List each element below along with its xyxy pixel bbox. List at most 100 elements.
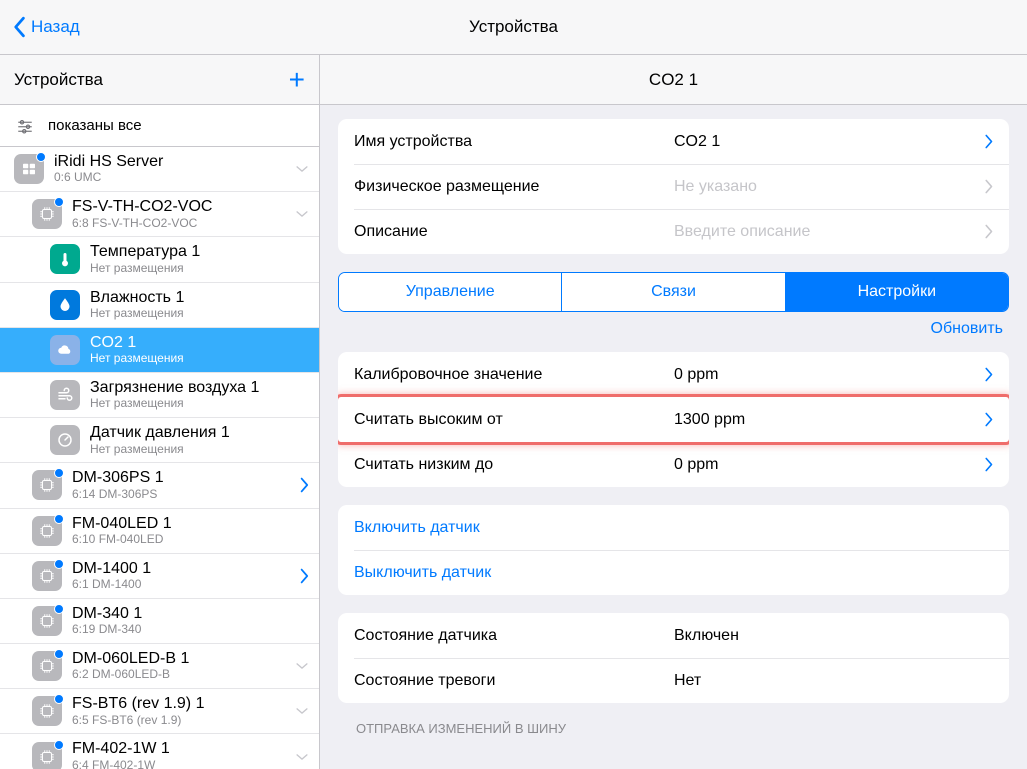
tab-settings[interactable]: Настройки <box>785 273 1008 311</box>
tab-links[interactable]: Связи <box>561 273 784 311</box>
status-dot <box>54 197 64 207</box>
tree-item-air-pollution[interactable]: Загрязнение воздуха 1Нет размещения <box>0 373 319 418</box>
status-section: Состояние датчика Включен Состояние трев… <box>338 613 1009 703</box>
label: Состояние тревоги <box>354 672 674 690</box>
sidebar: Устройства + показаны все iRidi HS Serve… <box>0 55 320 769</box>
filter-row[interactable]: показаны все <box>0 105 319 147</box>
back-label: Назад <box>31 17 80 37</box>
tree-item-server[interactable]: iRidi HS Server0:6 UMC <box>0 147 319 192</box>
chevron-right-icon[interactable] <box>299 477 309 493</box>
chevron-down-icon[interactable] <box>295 661 309 671</box>
tree-item-fm402[interactable]: FM-402-1W 16:4 FM-402-1W <box>0 734 319 769</box>
label: Выключить датчик <box>354 564 993 582</box>
status-dot <box>54 649 64 659</box>
status-dot <box>54 468 64 478</box>
chevron-right-icon <box>984 367 993 382</box>
drop-icon <box>50 290 80 320</box>
value: 1300 ppm <box>674 411 976 429</box>
tree-item-humidity[interactable]: Влажность 1Нет размещения <box>0 283 319 328</box>
highlight: Считать высоким от 1300 ppm <box>338 397 1009 442</box>
chevron-down-icon[interactable] <box>295 752 309 762</box>
value: Не указано <box>674 178 976 196</box>
disable-sensor-button[interactable]: Выключить датчик <box>338 550 1009 595</box>
segmented-tabs: Управление Связи Настройки <box>338 272 1009 312</box>
item-title: FM-040LED 1 <box>72 515 309 533</box>
chip-icon <box>32 606 62 636</box>
row-low-threshold[interactable]: Считать низким до 0 ppm <box>338 442 1009 487</box>
row-device-name[interactable]: Имя устройства CO2 1 <box>338 119 1009 164</box>
add-device-button[interactable]: + <box>289 66 305 94</box>
item-title: DM-1400 1 <box>72 560 293 578</box>
chevron-down-icon[interactable] <box>295 164 309 174</box>
item-title: Загрязнение воздуха 1 <box>90 379 309 397</box>
chip-icon <box>32 696 62 726</box>
tree-item-pressure[interactable]: Датчик давления 1Нет размещения <box>0 418 319 463</box>
item-title: FS-V-TH-CO2-VOC <box>72 198 289 216</box>
row-sensor-state: Состояние датчика Включен <box>338 613 1009 658</box>
chip-icon <box>32 199 62 229</box>
item-sub: 6:1 DM-1400 <box>72 578 293 592</box>
chevron-down-icon[interactable] <box>295 209 309 219</box>
label: Считать высоким от <box>354 411 674 429</box>
tree-item-dm306ps[interactable]: DM-306PS 16:14 DM-306PS <box>0 463 319 508</box>
value: Включен <box>674 627 993 645</box>
item-sub: Нет размещения <box>90 352 309 366</box>
settings-section: Калибровочное значение 0 ppm Считать выс… <box>338 352 1009 487</box>
row-description[interactable]: Описание Введите описание <box>338 209 1009 254</box>
chevron-right-icon <box>984 412 993 427</box>
item-title: FM-402-1W 1 <box>72 740 289 758</box>
refresh-button[interactable]: Обновить <box>338 320 1009 338</box>
back-button[interactable]: Назад <box>0 16 92 38</box>
thermometer-icon <box>50 244 80 274</box>
status-dot <box>54 559 64 569</box>
status-dot <box>54 604 64 614</box>
item-sub: Нет размещения <box>90 307 309 321</box>
row-high-threshold[interactable]: Считать высоким от 1300 ppm <box>338 397 1009 442</box>
actions-section: Включить датчик Выключить датчик <box>338 505 1009 595</box>
value: Нет <box>674 672 993 690</box>
tree-item-dm060led[interactable]: DM-060LED-B 16:2 DM-060LED-B <box>0 644 319 689</box>
row-calibration[interactable]: Калибровочное значение 0 ppm <box>338 352 1009 397</box>
tab-control[interactable]: Управление <box>339 273 561 311</box>
item-title: FS-BT6 (rev 1.9) 1 <box>72 695 289 713</box>
item-sub: 6:2 DM-060LED-B <box>72 668 289 682</box>
item-title: Влажность 1 <box>90 289 309 307</box>
item-sub: Нет размещения <box>90 262 309 276</box>
tree-item-module[interactable]: FS-V-TH-CO2-VOC6:8 FS-V-TH-CO2-VOC <box>0 192 319 237</box>
tree-item-dm1400[interactable]: DM-1400 16:1 DM-1400 <box>0 554 319 599</box>
label: Включить датчик <box>354 519 993 537</box>
tree-item-temperature[interactable]: Температура 1Нет размещения <box>0 237 319 282</box>
status-dot <box>54 514 64 524</box>
chip-icon <box>32 561 62 591</box>
chevron-right-icon[interactable] <box>299 568 309 584</box>
detail-pane: CO2 1 Имя устройства CO2 1 Физическое ра… <box>320 55 1027 769</box>
tree-item-fm040led[interactable]: FM-040LED 16:10 FM-040LED <box>0 509 319 554</box>
status-dot <box>36 152 46 162</box>
chevron-right-icon <box>984 224 993 239</box>
chip-icon <box>32 516 62 546</box>
tree-item-fsbt6[interactable]: FS-BT6 (rev 1.9) 16:5 FS-BT6 (rev 1.9) <box>0 689 319 734</box>
value: 0 ppm <box>674 366 976 384</box>
cloud-icon <box>50 335 80 365</box>
item-title: DM-340 1 <box>72 605 309 623</box>
item-title: DM-060LED-B 1 <box>72 650 289 668</box>
item-title: iRidi HS Server <box>54 153 289 171</box>
value: CO2 1 <box>674 133 976 151</box>
row-alarm-state: Состояние тревоги Нет <box>338 658 1009 703</box>
tree-item-co2[interactable]: CO2 1Нет размещения <box>0 328 319 373</box>
chevron-right-icon <box>984 179 993 194</box>
sidebar-header: Устройства + <box>0 55 319 105</box>
chevron-down-icon[interactable] <box>295 706 309 716</box>
sliders-icon <box>14 118 36 134</box>
status-dot <box>54 740 64 750</box>
row-location[interactable]: Физическое размещение Не указано <box>338 164 1009 209</box>
item-sub: 6:5 FS-BT6 (rev 1.9) <box>72 714 289 728</box>
item-sub: 6:10 FM-040LED <box>72 533 309 547</box>
item-title: Температура 1 <box>90 243 309 261</box>
item-sub: 6:19 DM-340 <box>72 623 309 637</box>
tree-item-dm340[interactable]: DM-340 16:19 DM-340 <box>0 599 319 644</box>
value: 0 ppm <box>674 456 976 474</box>
enable-sensor-button[interactable]: Включить датчик <box>338 505 1009 550</box>
label: Считать низким до <box>354 456 674 474</box>
chevron-right-icon <box>984 457 993 472</box>
